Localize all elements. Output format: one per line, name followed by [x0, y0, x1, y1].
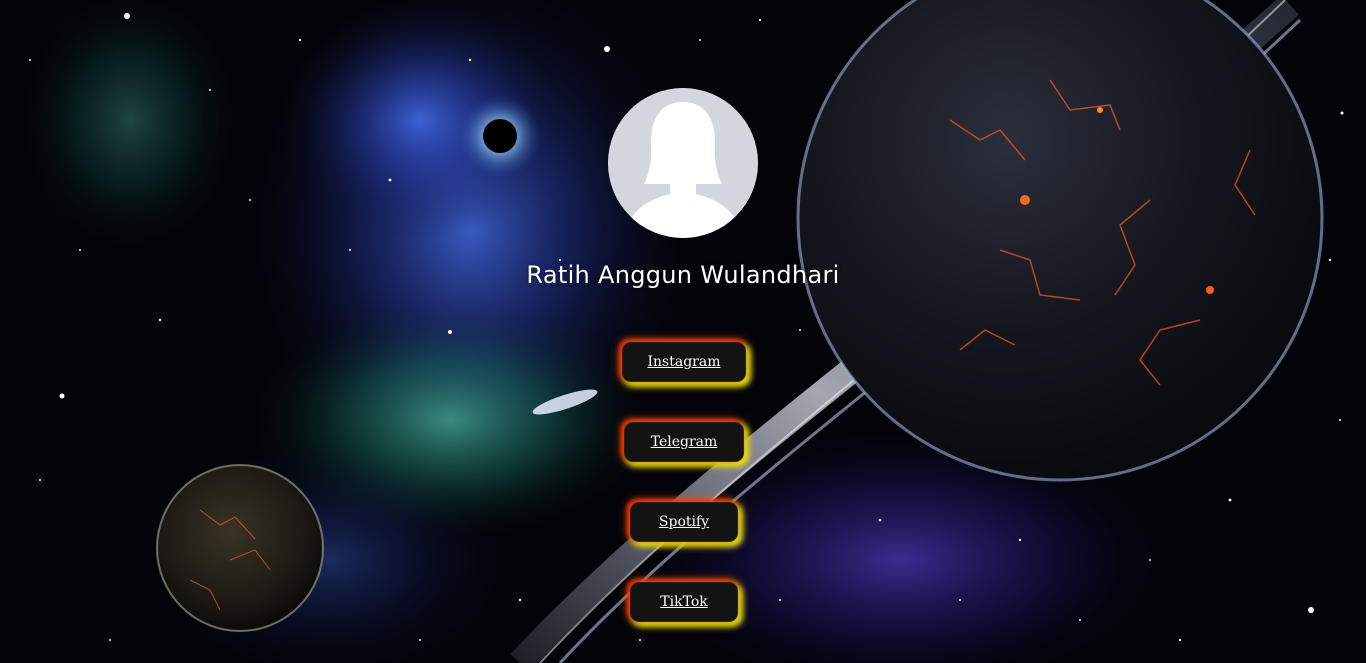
avatar	[608, 88, 758, 238]
default-female-avatar-icon	[608, 88, 758, 238]
profile-card: Ratih Anggun Wulandhari Instagram Telegr…	[0, 0, 1366, 663]
tiktok-link-button[interactable]: TikTok	[630, 582, 738, 622]
profile-name: Ratih Anggun Wulandhari	[526, 261, 840, 289]
telegram-link-button[interactable]: Telegram	[624, 422, 744, 462]
instagram-link-button[interactable]: Instagram	[622, 342, 746, 382]
spotify-link-button[interactable]: Spotify	[630, 502, 738, 542]
